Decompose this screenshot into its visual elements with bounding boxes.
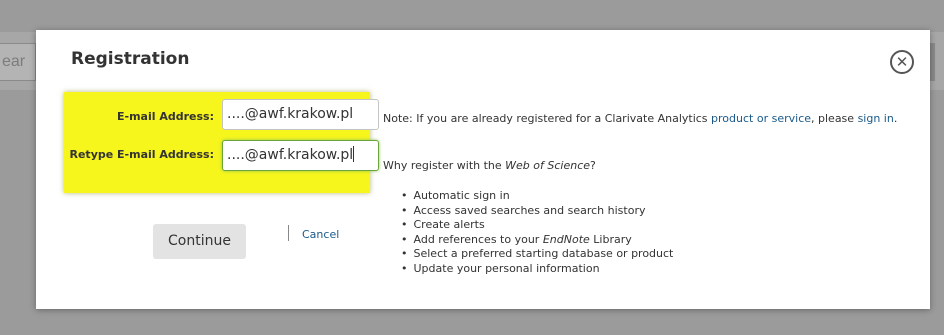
email-field[interactable]: ....@awf.krakow.pl [222,99,379,130]
retype-email-label: Retype E-mail Address: [69,148,215,161]
cancel-link[interactable]: Cancel [302,228,339,241]
list-item: Create alerts [401,218,673,233]
note-middle: , please [811,112,858,125]
background-search-input: ear [0,43,36,81]
registration-note: Note: If you are already registered for … [383,112,918,126]
continue-button[interactable]: Continue [153,224,246,259]
list-item: Update your personal information [401,262,673,277]
list-item: Add references to your EndNote Library [401,233,673,248]
benefit-prefix: Add references to your [413,232,543,246]
why-product-name: Web of Science [505,159,591,172]
email-label: E-mail Address: [117,110,214,123]
sign-in-link[interactable]: sign in [858,112,894,125]
dialog-title: Registration [71,49,190,69]
endnote-name: EndNote [542,232,590,246]
why-suffix: ? [590,159,596,172]
close-icon[interactable]: ✕ [890,50,914,74]
benefit-suffix: Library [589,232,632,246]
note-prefix: Note: If you are already registered for … [383,112,712,125]
note-suffix: . [893,112,898,125]
list-item: Access saved searches and search history [401,204,673,219]
benefits-list: Automatic sign in Access saved searches … [401,189,674,277]
list-item: Automatic sign in [401,189,673,204]
retype-email-field-value: ....@awf.krakow.pl [227,147,354,163]
button-divider [288,225,289,241]
text-caret [353,146,355,162]
email-fields-highlight: E-mail Address: ....@awf.krakow.pl Retyp… [64,92,379,193]
registration-dialog: Registration ✕ E-mail Address: ....@awf.… [36,30,930,309]
product-or-service-link[interactable]: product or service [711,112,811,125]
retype-email-field[interactable]: ....@awf.krakow.pl [222,140,379,171]
list-item: Select a preferred starting database or … [401,247,674,262]
why-register-heading: Why register with the Web of Science? [383,159,596,172]
email-field-value: ....@awf.krakow.pl [227,106,354,122]
why-prefix: Why register with the [383,159,506,172]
background-search-button-edge [930,43,935,81]
